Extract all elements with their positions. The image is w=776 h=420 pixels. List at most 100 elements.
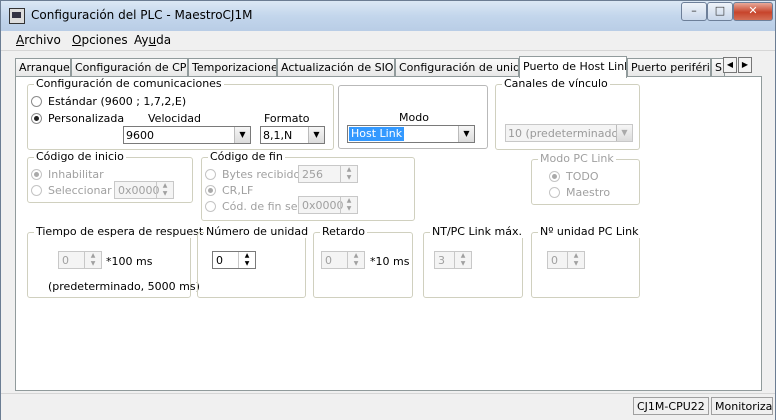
tab-arranque[interactable]: Arranque	[15, 58, 71, 76]
pc-link-unit-no-value: 0	[551, 254, 558, 267]
window-title: Configuración del PLC - MaestroCJ1M	[31, 8, 253, 22]
maximize-button[interactable]: □	[707, 2, 733, 21]
tab-scroll-right-icon[interactable]: ▶	[738, 57, 752, 73]
tab-puerto-host-link[interactable]: Puerto de Host Link	[519, 56, 627, 78]
spin-arrows-icon: ▲ ▼	[567, 252, 584, 268]
response-wait-label: Tiempo de espera de respuesta	[34, 225, 212, 238]
spin-arrows-icon: ▲ ▼	[156, 182, 173, 198]
nt-pc-link-max-stepper[interactable]: 3 ▲ ▼	[434, 251, 472, 269]
mode-value: Host Link	[349, 127, 405, 141]
link-channels-value: 10 (predeterminado)	[508, 127, 623, 140]
radio-custom[interactable]	[31, 113, 42, 124]
unit-number-group: Número de unidad 0 ▲ ▼	[197, 225, 311, 298]
response-wait-stepper[interactable]: 0 ▲ ▼	[58, 251, 102, 269]
spin-arrows-icon: ▲ ▼	[347, 252, 364, 268]
bytes-received-value: 256	[302, 168, 323, 181]
radio-end-crlf[interactable]	[205, 185, 216, 196]
response-wait-default: (predeterminado, 5000 ms)	[48, 280, 200, 293]
tab-configuracion-unidad[interactable]: Configuración de unidad	[395, 58, 519, 76]
radio-start-select[interactable]	[31, 185, 42, 196]
format-select[interactable]: 8,1,N ▼	[260, 126, 325, 144]
format-value: 8,1,N	[263, 129, 293, 142]
radio-pc-link-all-label: TODO	[566, 170, 599, 183]
bytes-received-stepper[interactable]: 256 ▲ ▼	[298, 165, 358, 183]
radio-start-select-label: Seleccionar	[48, 184, 112, 197]
plc-app-icon	[9, 8, 25, 24]
radio-end-crlf-label: CR,LF	[222, 184, 254, 197]
comms-settings-group: Configuración de comunicaciones Estándar…	[27, 77, 334, 150]
radio-pc-link-master[interactable]	[549, 187, 560, 198]
status-model: CJ1M-CPU22	[633, 397, 709, 415]
radio-start-disable[interactable]	[31, 169, 42, 180]
delay-unit: *10 ms	[370, 255, 410, 268]
nt-pc-link-max-value: 3	[438, 254, 445, 267]
link-channels-label: Canales de vínculo	[502, 77, 610, 90]
radio-start-disable-label: Inhabilitar	[48, 168, 104, 181]
spin-arrows-icon: ▲ ▼	[454, 252, 471, 268]
minimize-button[interactable]: –	[681, 2, 707, 21]
speed-label: Velocidad	[148, 112, 202, 125]
nt-pc-link-max-label: NT/PC Link máx.	[430, 225, 524, 238]
pc-link-unit-no-label: Nº unidad PC Link	[538, 225, 641, 238]
chevron-down-icon: ▼	[308, 127, 324, 143]
speed-select[interactable]: 9600 ▼	[123, 126, 251, 144]
chevron-down-icon: ▼	[234, 127, 250, 143]
menu-ayuda[interactable]: Ayuda	[134, 33, 171, 47]
menu-archivo[interactable]: Archivo	[16, 33, 61, 47]
spin-arrows-icon: ▲ ▼	[340, 166, 357, 182]
pc-link-unit-no-group: Nº unidad PC Link 0 ▲ ▼	[531, 225, 641, 298]
pc-link-unit-no-stepper[interactable]: 0 ▲ ▼	[547, 251, 585, 269]
comms-settings-label: Configuración de comunicaciones	[34, 77, 224, 90]
end-code-stepper[interactable]: 0x0000 ▲ ▼	[298, 196, 358, 214]
status-bar: CJ1M-CPU22 Monitoriza	[1, 393, 775, 420]
tab-configuracion-cpu[interactable]: Configuración de CPU	[71, 58, 188, 76]
start-code-label: Código de inicio	[34, 150, 126, 163]
radio-standard[interactable]	[31, 96, 42, 107]
end-code-label: Código de fin	[208, 150, 285, 163]
delay-group: Retardo 0 ▲ ▼ *10 ms	[313, 225, 413, 298]
menu-bar: Archivo Opciones Ayuda	[1, 31, 775, 51]
tab-puerto-periferico[interactable]: Puerto periférico	[627, 58, 711, 76]
tab-temporizaciones[interactable]: Temporizaciones	[188, 58, 277, 76]
start-code-value: 0x0000	[118, 184, 160, 197]
pc-link-mode-group: Modo PC Link TODO Maestro	[531, 152, 640, 205]
radio-end-select-label: Cód. de fin sel.	[222, 200, 305, 213]
menu-opciones[interactable]: Opciones	[72, 33, 128, 47]
spin-arrows-icon: ▲ ▼	[238, 252, 255, 268]
host-link-panel: Configuración de comunicaciones Estándar…	[15, 76, 762, 391]
mode-select[interactable]: Host Link ▼	[347, 125, 475, 143]
end-code-value: 0x0000	[302, 199, 344, 212]
format-label: Formato	[264, 112, 310, 125]
chevron-down-icon: ▼	[616, 125, 632, 141]
close-button[interactable]: ✕	[733, 2, 773, 21]
radio-pc-link-all[interactable]	[549, 171, 560, 182]
chevron-down-icon: ▼	[458, 126, 474, 142]
radio-standard-label: Estándar (9600 ; 1,7,2,E)	[48, 95, 187, 108]
start-code-stepper[interactable]: 0x0000 ▲ ▼	[114, 181, 174, 199]
radio-pc-link-master-label: Maestro	[566, 186, 611, 199]
response-wait-group: Tiempo de espera de respuesta 0 ▲ ▼ *100 …	[27, 225, 212, 298]
status-state: Monitoriza	[711, 397, 773, 415]
speed-value: 9600	[126, 129, 154, 142]
link-channels-group: Canales de vínculo 10 (predeterminado) ▼	[495, 77, 640, 150]
plc-settings-window: Configuración del PLC - MaestroCJ1M – □ …	[0, 0, 776, 420]
radio-end-bytes[interactable]	[205, 169, 216, 180]
spin-arrows-icon: ▲ ▼	[84, 252, 101, 268]
tab-actualizacion-siou[interactable]: Actualización de SIOU	[277, 58, 395, 76]
spin-arrows-icon: ▲ ▼	[340, 197, 357, 213]
tab-scroll-left-icon[interactable]: ◀	[723, 57, 737, 73]
unit-number-label: Número de unidad	[204, 225, 311, 238]
delay-stepper[interactable]: 0 ▲ ▼	[321, 251, 365, 269]
delay-value: 0	[325, 254, 332, 267]
response-wait-unit: *100 ms	[106, 255, 153, 268]
mode-label: Modo	[399, 111, 429, 124]
radio-end-bytes-label: Bytes recibidos	[222, 168, 306, 181]
unit-number-value: 0	[216, 254, 223, 267]
mode-group: Modo Host Link ▼	[338, 85, 488, 149]
end-code-group: Código de fin Bytes recibidos 256 ▲ ▼ CR,…	[201, 150, 415, 221]
unit-number-stepper[interactable]: 0 ▲ ▼	[212, 251, 256, 269]
link-channels-select[interactable]: 10 (predeterminado) ▼	[505, 124, 633, 142]
radio-end-select[interactable]	[205, 201, 216, 212]
radio-custom-label: Personalizada	[48, 112, 125, 125]
title-bar: Configuración del PLC - MaestroCJ1M – □ …	[1, 1, 775, 31]
